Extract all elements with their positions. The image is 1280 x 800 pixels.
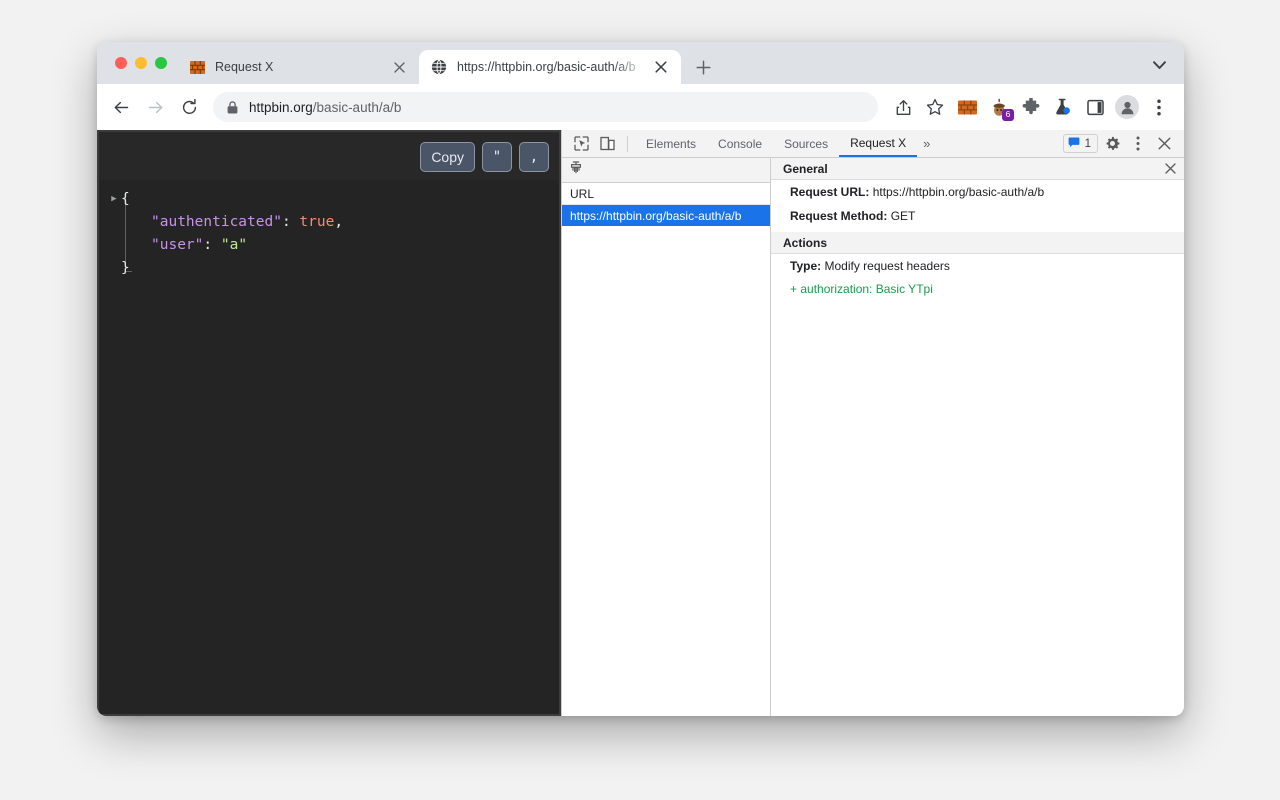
json-comma: , [334,214,344,230]
devtools-tab-sources[interactable]: Sources [773,130,839,157]
puzzle-piece-icon[interactable] [1016,92,1046,122]
extension-badge-count: 6 [1002,109,1014,121]
json-key: "user" [151,237,204,253]
json-colon: : [281,214,300,230]
actions-section-title: Actions [783,235,828,250]
close-icon[interactable] [1165,163,1176,174]
json-line[interactable]: "user": "a" [99,234,559,257]
forward-button[interactable] [139,91,171,123]
flask-extension-icon[interactable] [1048,92,1078,122]
new-tab-button[interactable] [689,53,717,81]
general-section-body: Request URL: https://httpbin.org/basic-a… [771,180,1184,232]
request-url-row: Request URL: https://httpbin.org/basic-a… [771,180,1184,204]
window-controls [109,42,177,84]
device-toolbar-icon[interactable] [594,132,620,156]
request-list-column-header: URL [562,183,770,205]
close-tab-button[interactable] [651,57,671,77]
json-viewer-toolbar: Copy " , [420,142,549,172]
devtools-toolbar-right: 1 [1062,132,1180,156]
back-button[interactable] [105,91,137,123]
json-content: ▶{ "authenticated": true, "user": "a" } [99,180,559,714]
request-details-panel: General Request URL: https://httpbin.org… [771,158,1184,716]
json-viewer: Copy " , ▶{ "authenticated": true, "user… [99,132,559,714]
devtools-content: URL https://httpbin.org/basic-auth/a/b G… [562,158,1184,716]
message-bubble-icon [1068,135,1080,153]
avatar[interactable] [1112,92,1142,122]
browser-toolbar: httpbin.org/basic-auth/a/b 6 [97,84,1184,130]
inspect-element-icon[interactable] [568,132,594,156]
header-modification-row: + authorization: Basic YTpi [790,282,933,296]
copy-quote-button[interactable]: " [482,142,512,172]
reload-button[interactable] [173,91,205,123]
action-type-value: Modify request headers [824,259,950,273]
url-display: httpbin.org/basic-auth/a/b [249,100,401,115]
json-token: { [121,191,130,207]
collapse-triangle-icon[interactable]: ▶ [107,188,121,211]
actions-section-body: Type: Modify request headers + authoriza… [771,254,1184,303]
close-window-button[interactable] [115,57,127,69]
request-list-row[interactable]: https://httpbin.org/basic-auth/a/b [562,205,770,226]
close-tab-button[interactable] [389,57,409,77]
brick-wall-icon [189,59,205,75]
tab-strip: Request X https://httpbin.org/basic-auth… [97,42,1184,84]
divider [627,135,628,152]
maximize-window-button[interactable] [155,57,167,69]
json-colon: : [203,237,221,253]
devtools-close-icon[interactable] [1152,132,1176,156]
url-host: httpbin.org [249,99,313,115]
request-url-label: Request URL: [790,185,870,199]
json-value-boolean: true [299,214,335,230]
request-url-value: https://httpbin.org/basic-auth/a/b [872,185,1045,199]
devtools-tab-bar: Elements Console Sources Request X » 1 [562,130,1184,158]
actions-section-header: Actions [771,232,1184,254]
json-value-string: "a" [220,237,248,253]
json-line[interactable]: } [99,257,559,280]
devtools-tab-overflow[interactable]: » [917,130,936,157]
globe-icon [431,59,447,75]
action-type-label: Type: [790,259,822,273]
browser-tab-request-x[interactable]: Request X [177,50,419,84]
url-path: /basic-auth/a/b [312,99,402,115]
devtools-more-icon[interactable] [1126,132,1150,156]
devtools-tab-console[interactable]: Console [707,130,773,157]
general-section-title: General [783,161,828,176]
copy-comma-button[interactable]: , [519,142,549,172]
address-bar[interactable]: httpbin.org/basic-auth/a/b [213,92,878,122]
copy-button[interactable]: Copy [420,142,475,172]
devtools-tab-request-x[interactable]: Request X [839,130,918,157]
acorn-extension-icon[interactable]: 6 [984,92,1014,122]
message-count: 1 [1084,137,1091,150]
star-icon[interactable] [920,92,950,122]
browser-window: Request X https://httpbin.org/basic-auth… [97,42,1184,716]
gear-icon[interactable] [1100,132,1124,156]
general-section-header: General [771,158,1184,180]
devtools-panel: Elements Console Sources Request X » 1 U… [561,130,1184,716]
json-key: "authenticated" [151,214,282,230]
lock-icon [227,100,238,114]
json-token: } [121,260,130,276]
request-list-panel: URL https://httpbin.org/basic-auth/a/b [562,158,771,716]
request-method-value: GET [890,209,916,223]
request-method-label: Request Method: [790,209,888,223]
side-panel-icon[interactable] [1080,92,1110,122]
browser-tab-httpbin[interactable]: https://httpbin.org/basic-auth/a/b [419,50,681,84]
minimize-window-button[interactable] [135,57,147,69]
person-icon [1115,95,1139,119]
request-list-toolbar [562,158,770,183]
browser-content: Copy " , ▶{ "authenticated": true, "user… [97,130,1184,716]
tab-title: https://httpbin.org/basic-auth/a/b [457,60,636,74]
tab-search-button[interactable] [1144,50,1174,80]
tab-title: Request X [215,60,274,74]
action-type-row: Type: Modify request headers [771,254,1184,278]
message-count-badge[interactable]: 1 [1062,134,1098,153]
json-line[interactable]: ▶{ [99,188,559,211]
web-page-area: Copy " , ▶{ "authenticated": true, "user… [97,130,561,716]
kebab-menu-icon[interactable] [1144,92,1174,122]
clear-broom-icon[interactable] [569,160,583,180]
brick-wall-extension-icon[interactable] [952,92,982,122]
json-line[interactable]: "authenticated": true, [99,211,559,234]
request-method-row: Request Method: GET [771,204,1184,228]
devtools-tab-elements[interactable]: Elements [635,130,707,157]
share-icon[interactable] [888,92,918,122]
